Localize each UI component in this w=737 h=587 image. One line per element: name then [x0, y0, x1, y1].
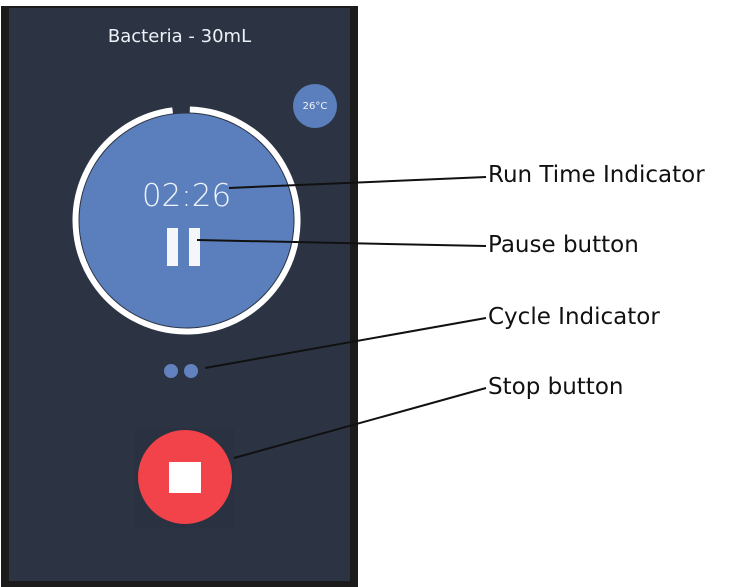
callout-line-pause: [196, 239, 487, 247]
callout-line-stop: [233, 387, 487, 459]
callout-lines: [196, 176, 487, 459]
callout-line-cycle: [204, 317, 487, 369]
callout-cycle-indicator: Cycle Indicator: [488, 304, 660, 330]
callout-run-time-indicator: Run Time Indicator: [488, 162, 705, 188]
callout-stop-button: Stop button: [488, 374, 624, 400]
callout-line-run-time: [228, 176, 487, 189]
callout-pause-button: Pause button: [488, 232, 639, 258]
